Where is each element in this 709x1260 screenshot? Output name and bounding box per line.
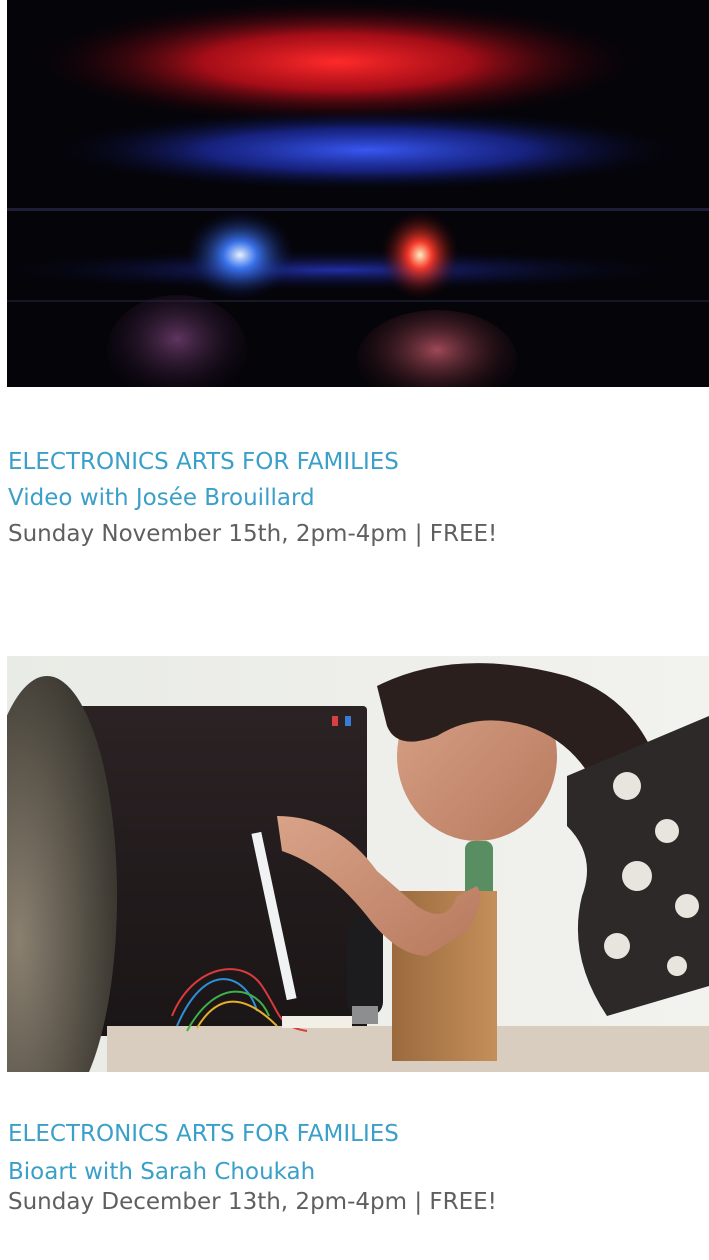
- event-image-led-lights[interactable]: [7, 0, 709, 387]
- event-info-video: ELECTRONICS ARTS FOR FAMILIES Video with…: [8, 444, 708, 552]
- event-details: Sunday December 13th, 2pm-4pm | FREE!: [8, 1189, 497, 1215]
- event-card-video: ELECTRONICS ARTS FOR FAMILIES Video with…: [0, 0, 709, 600]
- event-image-bioart-microscope[interactable]: [7, 656, 709, 1072]
- bioart-photo: [7, 656, 709, 1072]
- event-category-link[interactable]: ELECTRONICS ARTS FOR FAMILIES: [8, 444, 708, 480]
- event-details: Sunday November 15th, 2pm-4pm | FREE!: [8, 521, 498, 547]
- event-card-bioart: ELECTRONICS ARTS FOR FAMILIES Bioart wit…: [0, 656, 709, 1260]
- event-title-link[interactable]: Video with Josée Brouillard: [8, 480, 708, 516]
- led-light-photo: [7, 0, 709, 387]
- event-category-link[interactable]: ELECTRONICS ARTS FOR FAMILIES: [8, 1116, 708, 1152]
- event-info-bioart: ELECTRONICS ARTS FOR FAMILIES Bioart wit…: [8, 1116, 708, 1220]
